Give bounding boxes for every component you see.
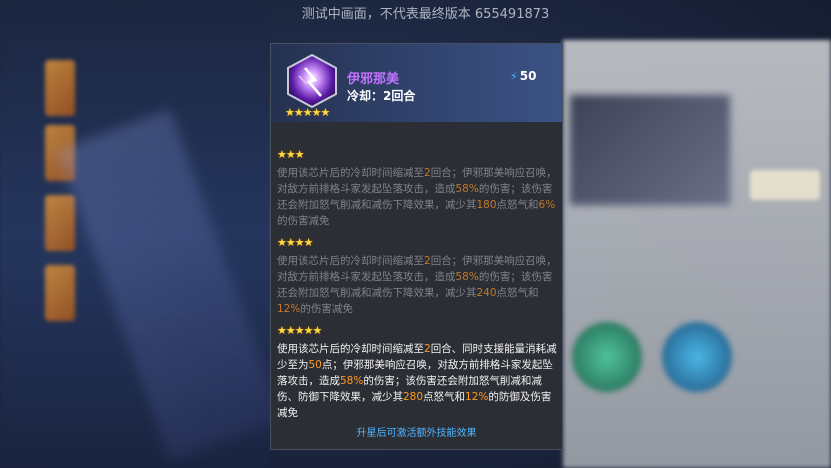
background-card bbox=[45, 60, 75, 116]
background-chip-green bbox=[572, 322, 642, 392]
tier-4-star-effect: ★★★★ 使用该芯片后的冷却时间缩减至2回合；伊邪那美响应召唤，对敌方前排格斗家… bbox=[277, 236, 560, 317]
energy-cost-value: 50 bbox=[519, 69, 537, 83]
lightning-icon: ⚡ bbox=[510, 70, 518, 83]
background-chip-blue bbox=[662, 322, 732, 392]
upgrade-hint: 升星后可激活额外技能效果 bbox=[356, 428, 477, 439]
test-watermark: 测试中画面，不代表最终版本 655491873 bbox=[301, 7, 550, 22]
background-chip-art bbox=[570, 95, 730, 205]
tier-stars: ★★★ bbox=[277, 148, 305, 161]
purple-thunder-skill-icon bbox=[287, 54, 337, 108]
background-button bbox=[750, 170, 820, 200]
tier-5-star-effect: ★★★★★ 使用该芯片后的冷却时间缩减至2回合、同时支援能量消耗减少至为50点；… bbox=[277, 324, 560, 421]
tier-description: 使用该芯片后的冷却时间缩减至2回合；伊邪那美响应召唤，对敌方前排格斗家发起坠落攻… bbox=[277, 167, 557, 227]
background-card bbox=[45, 265, 75, 321]
tier-stars: ★★★★★ bbox=[277, 324, 322, 337]
skill-tooltip-panel: ★★★★★ 伊邪那美 冷却：2回合 ⚡ 50 ★★★ 使用该芯片后的冷却时间缩减至… bbox=[270, 43, 563, 450]
skill-header: ★★★★★ 伊邪那美 冷却：2回合 ⚡ 50 bbox=[271, 44, 562, 122]
tier-description: 使用该芯片后的冷却时间缩减至2回合；伊邪那美响应召唤，对敌方前排格斗家发起坠落攻… bbox=[277, 255, 557, 315]
energy-cost: ⚡ 50 bbox=[510, 69, 536, 83]
tier-stars: ★★★★ bbox=[277, 236, 313, 249]
skill-star-rating: ★★★★★ bbox=[285, 106, 330, 119]
tier-description: 使用该芯片后的冷却时间缩减至2回合、同时支援能量消耗减少至为50点；伊邪那美响应… bbox=[277, 343, 557, 419]
skill-name: 伊邪那美 bbox=[347, 72, 400, 87]
skill-cooldown: 冷却：2回合 bbox=[347, 89, 416, 103]
tier-3-star-effect: ★★★ 使用该芯片后的冷却时间缩减至2回合；伊邪那美响应召唤，对敌方前排格斗家发… bbox=[277, 148, 560, 229]
background-card bbox=[45, 195, 75, 251]
